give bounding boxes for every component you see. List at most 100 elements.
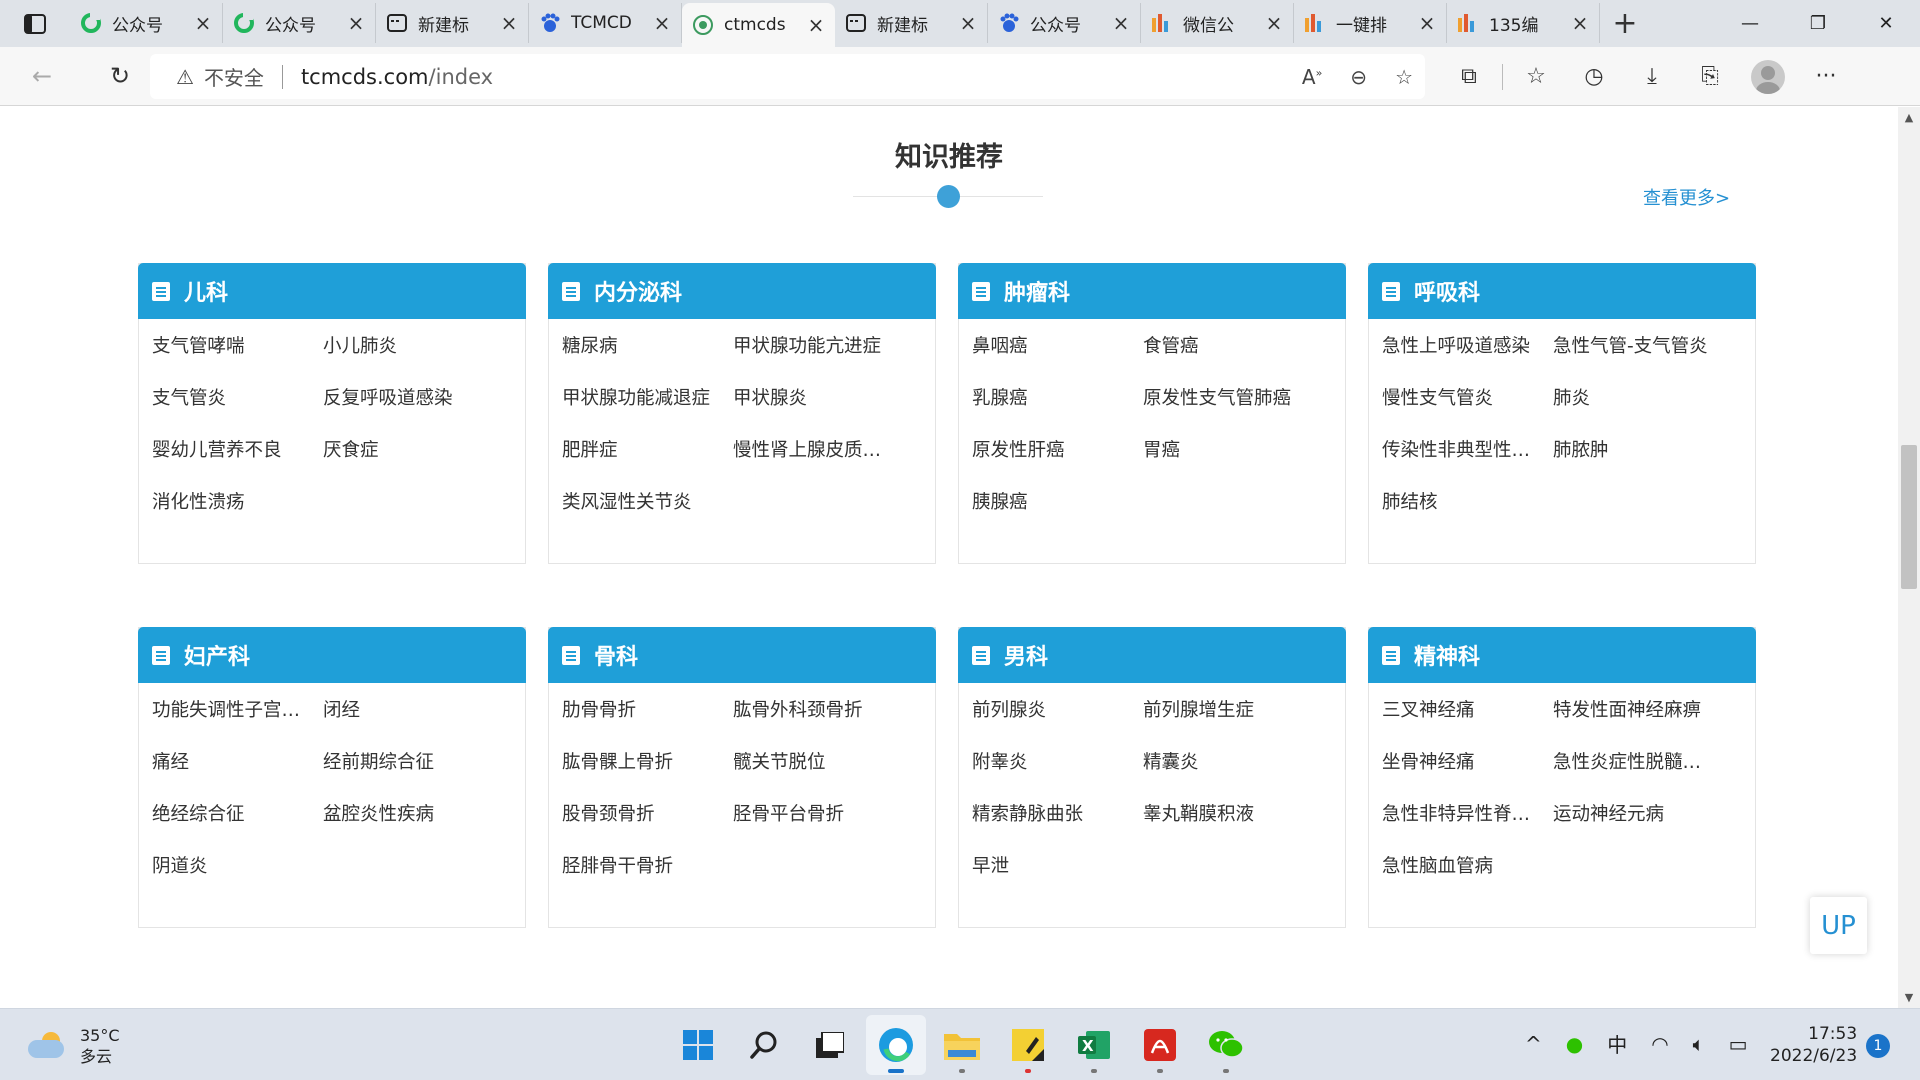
disease-link[interactable]: 反复呼吸道感染: [323, 381, 513, 433]
history-button[interactable]: ◷: [1565, 55, 1623, 99]
vertical-scrollbar[interactable]: ▲ ▼: [1898, 107, 1920, 1008]
disease-link[interactable]: 急性上呼吸道感染: [1382, 329, 1553, 381]
disease-link[interactable]: 髋关节脱位: [733, 745, 923, 797]
disease-link[interactable]: 痛经: [152, 745, 323, 797]
extensions-button[interactable]: ⧉: [1440, 55, 1498, 99]
disease-link[interactable]: 闭经: [323, 693, 513, 745]
disease-link[interactable]: 胃癌: [1143, 433, 1333, 485]
disease-link[interactable]: 急性非特异性脊…: [1382, 797, 1553, 849]
disease-link[interactable]: 原发性肝癌: [972, 433, 1143, 485]
tab-close-icon[interactable]: ×: [653, 11, 671, 35]
address-bar[interactable]: ⚠ 不安全 tcmcds.com/index A» ⊖ ☆: [150, 54, 1425, 99]
disease-link[interactable]: 肋骨骨折: [562, 693, 733, 745]
disease-link[interactable]: 传染性非典型性…: [1382, 433, 1553, 485]
disease-link[interactable]: 支气管哮喘: [152, 329, 323, 381]
chevron-up-icon[interactable]: ^: [1525, 1032, 1542, 1056]
zoom-out-icon[interactable]: ⊖: [1350, 65, 1367, 89]
disease-link[interactable]: 肱骨外科颈骨折: [733, 693, 923, 745]
pdf-reader-app[interactable]: [1130, 1015, 1190, 1075]
volume-icon[interactable]: 🔈︎: [1693, 1032, 1705, 1056]
disease-link[interactable]: 特发性面神经麻痹: [1553, 693, 1743, 745]
browser-tab[interactable]: 新建标 ×: [376, 3, 529, 43]
tab-close-icon[interactable]: ×: [194, 11, 212, 35]
disease-link[interactable]: 急性炎症性脱髓…: [1553, 745, 1743, 797]
category-header[interactable]: 妇产科: [138, 627, 526, 683]
scroll-thumb[interactable]: [1901, 445, 1917, 589]
clock[interactable]: 17:53 2022/6/23: [1770, 1023, 1857, 1067]
browser-tab[interactable]: 公众号 ×: [70, 3, 223, 43]
task-view-button[interactable]: [800, 1015, 860, 1075]
disease-link[interactable]: 甲状腺炎: [733, 381, 923, 433]
disease-link[interactable]: 消化性溃疡: [152, 485, 323, 537]
browser-tab[interactable]: ctmcds ×: [682, 3, 835, 47]
wechat-app[interactable]: [1196, 1015, 1256, 1075]
wifi-icon[interactable]: ◠: [1651, 1032, 1668, 1056]
add-favorite-icon[interactable]: ☆: [1395, 65, 1413, 89]
disease-link[interactable]: 精囊炎: [1143, 745, 1333, 797]
disease-link[interactable]: 慢性肾上腺皮质…: [733, 433, 923, 485]
disease-link[interactable]: 急性脑血管病: [1382, 849, 1553, 901]
battery-icon[interactable]: ▭: [1729, 1032, 1748, 1056]
disease-link[interactable]: 运动神经元病: [1553, 797, 1743, 849]
disease-link[interactable]: 前列腺增生症: [1143, 693, 1333, 745]
settings-menu-button[interactable]: ···: [1797, 55, 1855, 99]
search-button[interactable]: [734, 1015, 794, 1075]
tab-close-icon[interactable]: ×: [1571, 11, 1589, 35]
disease-link[interactable]: 经前期综合征: [323, 745, 513, 797]
category-header[interactable]: 骨科: [548, 627, 936, 683]
back-button[interactable]: ←: [14, 54, 70, 98]
tab-close-icon[interactable]: ×: [500, 11, 518, 35]
tab-close-icon[interactable]: ×: [1265, 11, 1283, 35]
tab-close-icon[interactable]: ×: [347, 11, 365, 35]
downloads-button[interactable]: ⤓: [1623, 55, 1681, 99]
disease-link[interactable]: 坐骨神经痛: [1382, 745, 1553, 797]
category-header[interactable]: 儿科: [138, 263, 526, 319]
reload-button[interactable]: ↻: [92, 54, 148, 98]
disease-link[interactable]: 婴幼儿营养不良: [152, 433, 323, 485]
url-text[interactable]: tcmcds.com/index: [301, 65, 493, 89]
ime-indicator[interactable]: 中: [1607, 1029, 1627, 1058]
category-header[interactable]: 精神科: [1368, 627, 1756, 683]
category-header[interactable]: 肿瘤科: [958, 263, 1346, 319]
disease-link[interactable]: 三叉神经痛: [1382, 693, 1553, 745]
browser-tab[interactable]: 微信公 ×: [1141, 3, 1294, 43]
disease-link[interactable]: 胫腓骨干骨折: [562, 849, 733, 901]
browser-tab[interactable]: 公众号 ×: [223, 3, 376, 43]
start-button[interactable]: [668, 1015, 728, 1075]
disease-link[interactable]: 厌食症: [323, 433, 513, 485]
wechat-tray-icon[interactable]: ●: [1566, 1032, 1583, 1056]
disease-link[interactable]: 前列腺炎: [972, 693, 1143, 745]
browser-tab[interactable]: 新建标 ×: [835, 3, 988, 43]
collections-button[interactable]: ⎘: [1681, 55, 1739, 99]
disease-link[interactable]: 睾丸鞘膜积液: [1143, 797, 1333, 849]
back-to-top-button[interactable]: UP: [1810, 897, 1867, 954]
tab-actions-button[interactable]: [0, 0, 70, 47]
edge-taskbar-app[interactable]: [866, 1015, 926, 1075]
disease-link[interactable]: 肥胖症: [562, 433, 733, 485]
category-header[interactable]: 呼吸科: [1368, 263, 1756, 319]
browser-tab[interactable]: 135编 ×: [1447, 3, 1600, 43]
category-header[interactable]: 男科: [958, 627, 1346, 683]
view-more-link[interactable]: 查看更多>: [1643, 184, 1730, 210]
disease-link[interactable]: 精索静脉曲张: [972, 797, 1143, 849]
disease-link[interactable]: 糖尿病: [562, 329, 733, 381]
disease-link[interactable]: 绝经综合征: [152, 797, 323, 849]
tab-close-icon[interactable]: ×: [959, 11, 977, 35]
disease-link[interactable]: 胫骨平台骨折: [733, 797, 923, 849]
minimize-button[interactable]: —: [1716, 0, 1784, 47]
tab-close-icon[interactable]: ×: [1418, 11, 1436, 35]
profile-button[interactable]: [1739, 55, 1797, 99]
disease-link[interactable]: 股骨颈骨折: [562, 797, 733, 849]
scroll-up-arrow[interactable]: ▲: [1898, 111, 1920, 124]
scroll-down-arrow[interactable]: ▼: [1898, 991, 1920, 1004]
disease-link[interactable]: 肺脓肿: [1553, 433, 1743, 485]
disease-link[interactable]: 甲状腺功能亢进症: [733, 329, 923, 381]
disease-link[interactable]: 胰腺癌: [972, 485, 1143, 537]
disease-link[interactable]: 肺炎: [1553, 381, 1743, 433]
disease-link[interactable]: 肱骨髁上骨折: [562, 745, 733, 797]
close-window-button[interactable]: ✕: [1852, 0, 1920, 47]
notification-badge[interactable]: 1: [1866, 1034, 1890, 1058]
disease-link[interactable]: 肺结核: [1382, 485, 1553, 537]
disease-link[interactable]: 原发性支气管肺癌: [1143, 381, 1333, 433]
disease-link[interactable]: 鼻咽癌: [972, 329, 1143, 381]
